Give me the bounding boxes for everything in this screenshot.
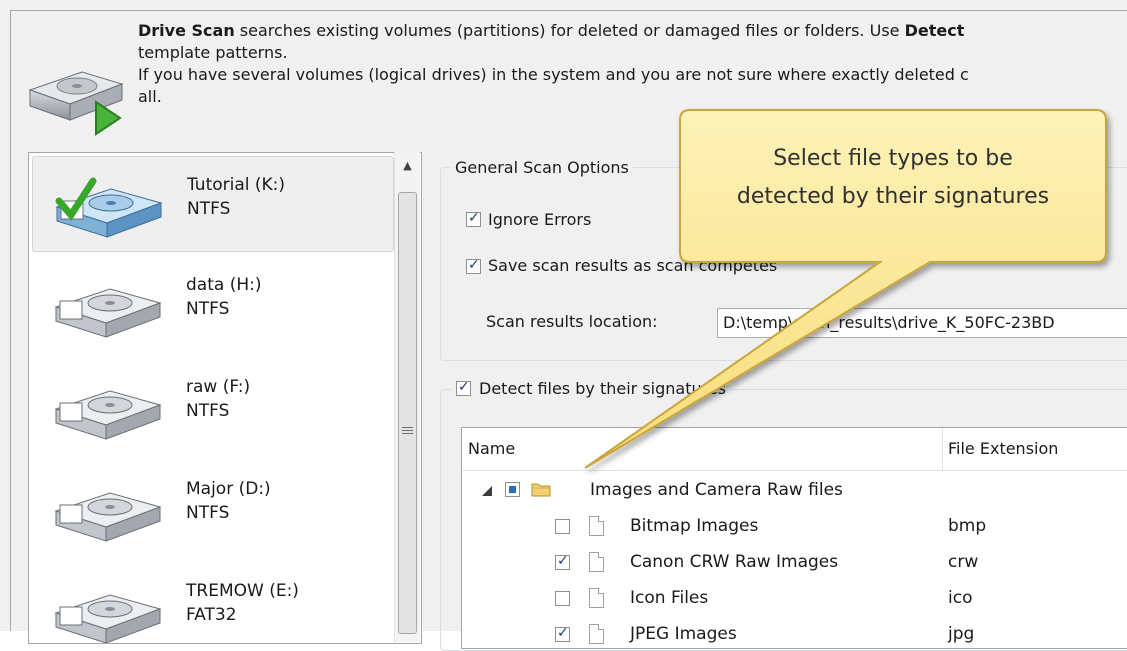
- drive-filesystem: NTFS: [187, 199, 231, 219]
- intro-text: If you have several volumes (logical dri…: [138, 65, 969, 84]
- file-type-label: Bitmap Images: [630, 516, 759, 536]
- file-type-label: Icon Files: [630, 588, 709, 608]
- window-border: [10, 10, 11, 631]
- grip-icon: [402, 425, 413, 437]
- drive-list[interactable]: Tutorial (K:) NTFS data (H:) NTFS raw (F…: [28, 152, 422, 644]
- drive-item-data[interactable]: data (H:) NTFS: [32, 257, 392, 351]
- table-row-group[interactable]: Images and Camera Raw files: [462, 472, 1127, 508]
- scan-results-location-input[interactable]: D:\temp\scan_results\drive_K_50FC-23BD: [717, 308, 1127, 338]
- drive-name: TREMOW (E:): [186, 581, 299, 601]
- table-row[interactable]: Bitmap Images bmp: [462, 508, 1127, 544]
- drive-scan-icon: [28, 71, 124, 136]
- drive-list-scrollbar[interactable]: ▲: [394, 152, 420, 642]
- hard-drive-icon: [54, 594, 162, 643]
- callout-line: detected by their signatures: [736, 184, 1050, 209]
- drive-scan-window: Drive Scan searches existing volumes (pa…: [0, 0, 1127, 651]
- drive-name: data (H:): [186, 275, 262, 295]
- file-extension: crw: [948, 552, 979, 572]
- drive-name: Tutorial (K:): [187, 175, 286, 195]
- intro-description: Drive Scan searches existing volumes (pa…: [138, 20, 1127, 108]
- hard-drive-icon: [55, 177, 163, 238]
- callout-line: Select file types to be: [773, 146, 1013, 171]
- scroll-up-icon[interactable]: ▲: [395, 152, 420, 180]
- file-icon: [589, 552, 604, 572]
- drive-filesystem: NTFS: [186, 503, 230, 523]
- folder-icon: [531, 483, 551, 497]
- intro-text: template patterns.: [138, 43, 288, 62]
- group-title: Detect files by their signatures: [451, 379, 731, 398]
- group-label: Images and Camera Raw files: [590, 480, 843, 500]
- group-title: General Scan Options: [451, 158, 633, 177]
- table-header: Name File Extension: [462, 428, 1127, 471]
- expander-icon[interactable]: [482, 486, 492, 496]
- drive-name: Major (D:): [186, 479, 271, 499]
- intro-text: searches existing volumes (partitions) f…: [234, 21, 905, 40]
- drive-filesystem: NTFS: [186, 299, 230, 319]
- detect-signatures-checkbox[interactable]: [456, 379, 471, 396]
- drive-filesystem: FAT32: [186, 605, 237, 625]
- file-extension: bmp: [948, 516, 987, 536]
- intro-text: all.: [138, 87, 162, 106]
- file-extension: ico: [948, 588, 973, 608]
- window-border: [10, 10, 1127, 11]
- hard-drive-icon: [54, 492, 162, 542]
- file-type-checkbox[interactable]: [555, 625, 570, 642]
- file-type-checkbox[interactable]: [555, 591, 570, 606]
- save-results-checkbox[interactable]: [466, 257, 481, 274]
- location-label: Scan results location:: [486, 312, 658, 331]
- file-extension: jpg: [948, 624, 975, 644]
- file-icon: [589, 588, 604, 608]
- file-type-checkbox[interactable]: [555, 553, 570, 570]
- column-header-name[interactable]: Name: [462, 428, 942, 470]
- drive-filesystem: NTFS: [186, 401, 230, 421]
- file-icon: [589, 516, 604, 536]
- file-types-table: Name File Extension Images and Camera Ra…: [461, 427, 1127, 649]
- table-row[interactable]: Icon Files ico: [462, 580, 1127, 616]
- hard-drive-icon: [54, 288, 162, 338]
- ignore-errors-checkbox[interactable]: [466, 210, 481, 227]
- file-icon: [589, 624, 604, 644]
- group-checkbox[interactable]: [505, 482, 520, 497]
- table-row[interactable]: Canon CRW Raw Images crw: [462, 544, 1127, 580]
- file-type-label: Canon CRW Raw Images: [630, 552, 839, 572]
- drive-item-major[interactable]: Major (D:) NTFS: [32, 461, 392, 555]
- file-type-checkbox[interactable]: [555, 519, 570, 534]
- scroll-thumb[interactable]: [398, 192, 417, 634]
- column-header-extension[interactable]: File Extension: [942, 428, 1127, 470]
- drive-name: raw (F:): [186, 377, 251, 397]
- ignore-errors-label: Ignore Errors: [488, 210, 592, 229]
- hard-drive-icon: [54, 390, 162, 440]
- drive-item-tremow[interactable]: TREMOW (E:) FAT32: [32, 563, 392, 643]
- callout-text: Select file types to be detected by thei…: [680, 140, 1106, 216]
- intro-bold: Drive Scan: [138, 21, 235, 40]
- drive-item-tutorial[interactable]: Tutorial (K:) NTFS: [32, 156, 394, 252]
- drive-item-raw[interactable]: raw (F:) NTFS: [32, 359, 392, 453]
- intro-bold: Detect: [904, 21, 965, 40]
- save-results-label: Save scan results as scan competes: [488, 256, 778, 275]
- table-row[interactable]: JPEG Images jpg: [462, 616, 1127, 648]
- file-type-label: JPEG Images: [630, 624, 737, 644]
